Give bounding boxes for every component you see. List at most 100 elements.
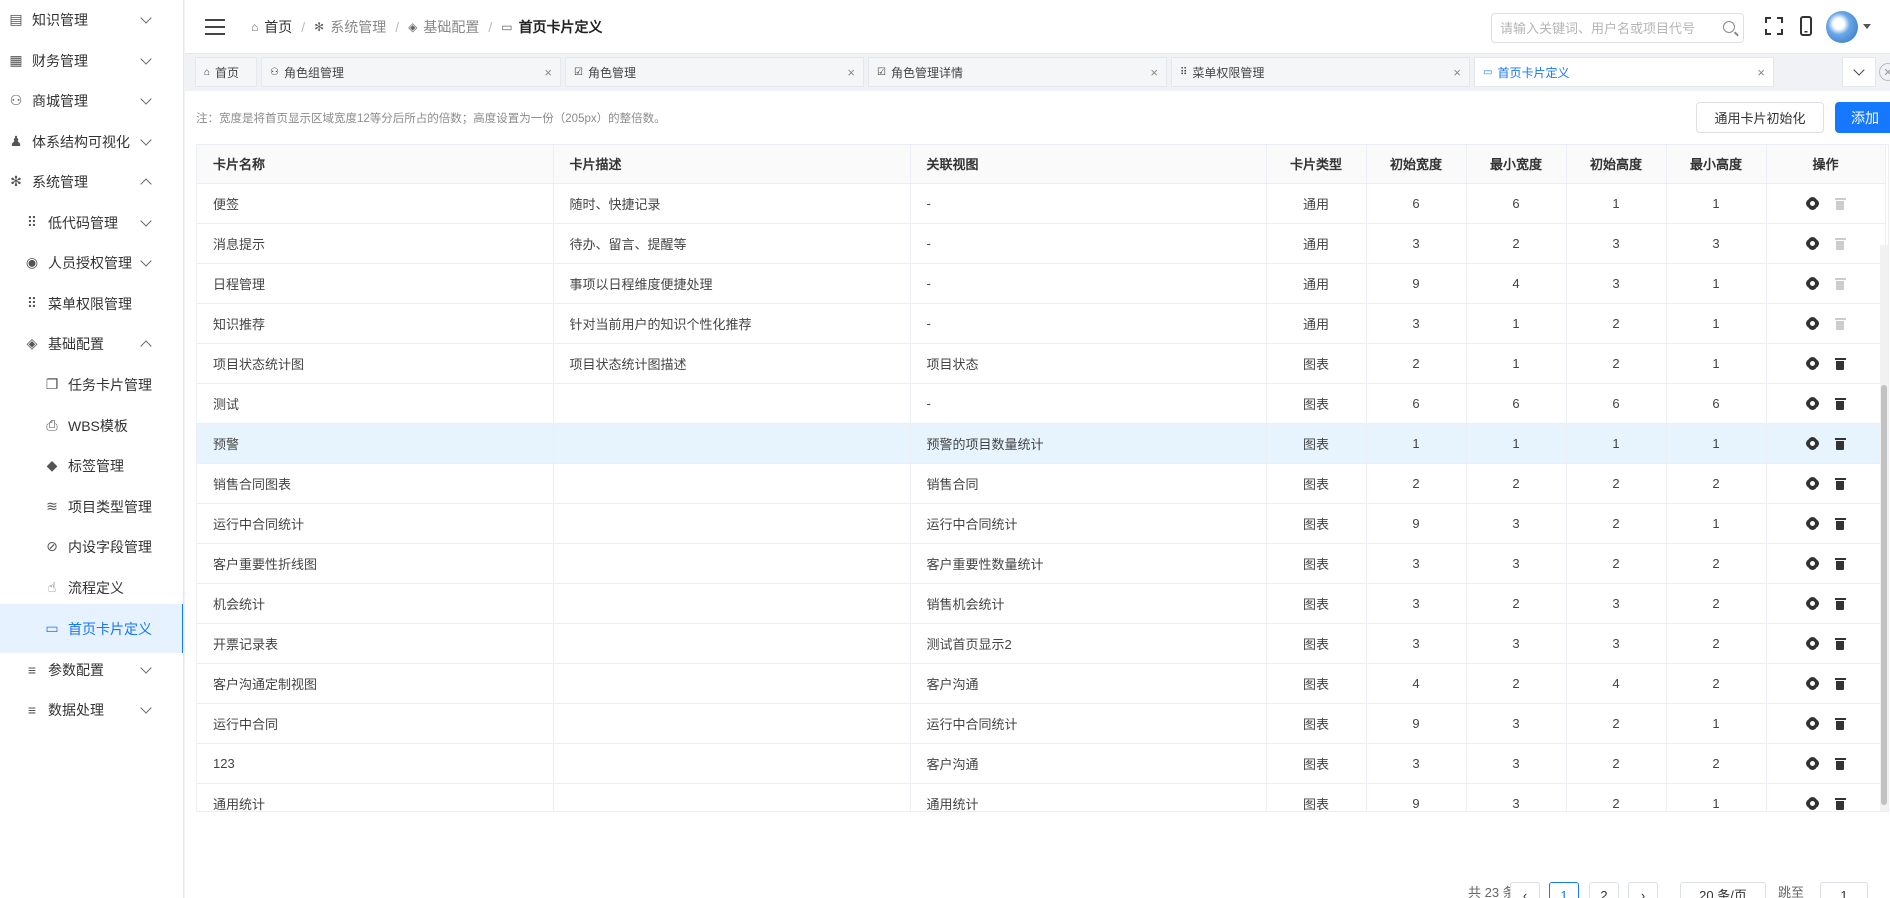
settings-gear-icon[interactable] — [1806, 197, 1819, 210]
mobile-icon[interactable] — [1796, 16, 1816, 36]
cell-ih: 2 — [1566, 343, 1667, 384]
col-header[interactable]: 初始高度 — [1566, 145, 1667, 184]
close-icon[interactable]: × — [1453, 65, 1461, 80]
col-header[interactable]: 初始宽度 — [1366, 145, 1467, 184]
breadcrumb-config[interactable]: ◈ 基础配置 — [408, 17, 479, 37]
settings-gear-icon[interactable] — [1806, 477, 1819, 490]
tab-0[interactable]: ⌂ 首页 — [195, 57, 257, 87]
fullscreen-icon[interactable] — [1764, 16, 1784, 36]
col-header[interactable]: 卡片类型 — [1266, 145, 1367, 184]
add-button[interactable]: 添加 — [1835, 102, 1890, 133]
menu-toggle-icon[interactable] — [205, 19, 225, 35]
col-header[interactable]: 关联视图 — [910, 145, 1267, 184]
search-icon[interactable] — [1723, 21, 1735, 33]
table-row[interactable]: 123 客户沟通 图表 3 3 2 2 — [197, 743, 1886, 784]
breadcrumb-system[interactable]: ✻ 系统管理 — [314, 17, 386, 37]
table-row[interactable]: 客户沟通定制视图 客户沟通 图表 4 2 4 2 — [197, 663, 1886, 704]
settings-gear-icon[interactable] — [1806, 797, 1819, 810]
tab-label: 菜单权限管理 — [1192, 65, 1265, 80]
delete-trash-icon[interactable] — [1834, 757, 1846, 770]
table-row[interactable]: 知识推荐 针对当前用户的知识个性化推荐 - 通用 3 1 2 1 — [197, 303, 1886, 344]
sidebar-item-17[interactable]: ≡ 数据处理 — [0, 685, 183, 734]
cell-type: 图表 — [1266, 743, 1367, 784]
delete-trash-icon[interactable] — [1834, 437, 1846, 450]
cell-mw: 3 — [1466, 503, 1567, 544]
tab-label: 首页 — [215, 65, 240, 80]
settings-gear-icon[interactable] — [1806, 757, 1819, 770]
cell-view: - — [910, 223, 1267, 264]
delete-trash-icon[interactable] — [1834, 637, 1846, 650]
table-row[interactable]: 日程管理 事项以日程维度便捷处理 - 通用 9 4 3 1 — [197, 263, 1886, 304]
prev-page-button[interactable]: ‹ — [1510, 882, 1540, 898]
col-header[interactable]: 最小高度 — [1666, 145, 1767, 184]
close-icon[interactable]: × — [1150, 65, 1158, 80]
close-icon[interactable]: × — [1757, 65, 1765, 80]
table-row[interactable]: 预警 预警的项目数量统计 图表 1 1 1 1 — [197, 423, 1886, 464]
init-cards-button[interactable]: 通用卡片初始化 — [1696, 102, 1824, 133]
page-2-button[interactable]: 2 — [1589, 882, 1619, 898]
delete-trash-icon[interactable] — [1834, 557, 1846, 570]
page-size-select[interactable]: 20 条/页 — [1680, 882, 1766, 898]
avatar[interactable] — [1826, 11, 1858, 43]
table-row[interactable]: 测试 - 图表 6 6 6 6 — [197, 383, 1886, 424]
delete-trash-icon[interactable] — [1834, 397, 1846, 410]
breadcrumb-home[interactable]: ⌂ 首页 — [251, 17, 292, 37]
col-header[interactable]: 卡片名称 — [197, 145, 554, 184]
delete-trash-icon[interactable] — [1834, 717, 1846, 730]
table-row[interactable]: 便签 随时、快捷记录 - 通用 6 6 1 1 — [197, 183, 1886, 224]
tab-2[interactable]: ☑ 角色管理 × — [565, 57, 864, 87]
col-header[interactable]: 卡片描述 — [553, 145, 911, 184]
delete-trash-icon[interactable] — [1834, 797, 1846, 810]
settings-gear-icon[interactable] — [1806, 597, 1819, 610]
table-row[interactable]: 消息提示 待办、留言、提醒等 - 通用 3 2 3 3 — [197, 223, 1886, 264]
page-1-button[interactable]: 1 — [1549, 882, 1579, 898]
cell-ops — [1766, 703, 1886, 744]
delete-trash-icon[interactable] — [1834, 677, 1846, 690]
settings-gear-icon[interactable] — [1806, 237, 1819, 250]
table-scrollbar[interactable] — [1880, 245, 1888, 811]
table-row[interactable]: 开票记录表 测试首页显示2 图表 3 3 3 2 — [197, 623, 1886, 664]
table-row[interactable]: 通用统计 通用统计 图表 9 3 2 1 — [197, 783, 1886, 811]
tab-4[interactable]: ⠿ 菜单权限管理 × — [1171, 57, 1470, 87]
table-row[interactable]: 销售合同图表 销售合同 图表 2 2 2 2 — [197, 463, 1886, 504]
sidebar-item-label: 知识管理 — [32, 11, 88, 28]
settings-gear-icon[interactable] — [1806, 517, 1819, 530]
settings-gear-icon[interactable] — [1806, 277, 1819, 290]
cell-mh: 1 — [1666, 343, 1767, 384]
tabs-dropdown-button[interactable] — [1842, 57, 1876, 87]
search-input[interactable] — [1492, 14, 1712, 42]
cell-name: 通用统计 — [197, 783, 554, 811]
settings-gear-icon[interactable] — [1806, 637, 1819, 650]
table-row[interactable]: 运行中合同统计 运行中合同统计 图表 9 3 2 1 — [197, 503, 1886, 544]
tab-1[interactable]: ⚇ 角色组管理 × — [261, 57, 561, 87]
close-all-icon[interactable]: ✕ — [1879, 63, 1890, 81]
table-row[interactable]: 运行中合同 运行中合同统计 图表 9 3 2 1 — [197, 703, 1886, 744]
settings-gear-icon[interactable] — [1806, 557, 1819, 570]
settings-gear-icon[interactable] — [1806, 437, 1819, 450]
cell-ih: 1 — [1566, 183, 1667, 224]
table-row[interactable]: 机会统计 销售机会统计 图表 3 2 3 2 — [197, 583, 1886, 624]
caret-down-icon[interactable] — [1863, 24, 1871, 29]
settings-gear-icon[interactable] — [1806, 357, 1819, 370]
cell-iw: 6 — [1366, 383, 1467, 424]
delete-trash-icon[interactable] — [1834, 597, 1846, 610]
close-icon[interactable]: × — [847, 65, 855, 80]
settings-gear-icon[interactable] — [1806, 717, 1819, 730]
delete-trash-icon[interactable] — [1834, 477, 1846, 490]
delete-trash-icon[interactable] — [1834, 357, 1846, 370]
cell-ops — [1766, 303, 1886, 344]
scrollbar-thumb[interactable] — [1881, 385, 1887, 805]
settings-gear-icon[interactable] — [1806, 397, 1819, 410]
table-row[interactable]: 客户重要性折线图 客户重要性数量统计 图表 3 3 2 2 — [197, 543, 1886, 584]
tab-3[interactable]: ☑ 角色管理详情 × — [868, 57, 1167, 87]
delete-trash-icon[interactable] — [1834, 517, 1846, 530]
cell-ih: 2 — [1566, 703, 1667, 744]
table-row[interactable]: 项目状态统计图 项目状态统计图描述 项目状态 图表 2 1 2 1 — [197, 343, 1886, 384]
close-icon[interactable]: × — [544, 65, 552, 80]
tab-5[interactable]: ▭ 首页卡片定义 × — [1474, 57, 1774, 87]
settings-gear-icon[interactable] — [1806, 317, 1819, 330]
goto-input[interactable]: 1 — [1820, 882, 1868, 898]
col-header[interactable]: 最小宽度 — [1466, 145, 1567, 184]
next-page-button[interactable]: › — [1628, 882, 1658, 898]
settings-gear-icon[interactable] — [1806, 677, 1819, 690]
